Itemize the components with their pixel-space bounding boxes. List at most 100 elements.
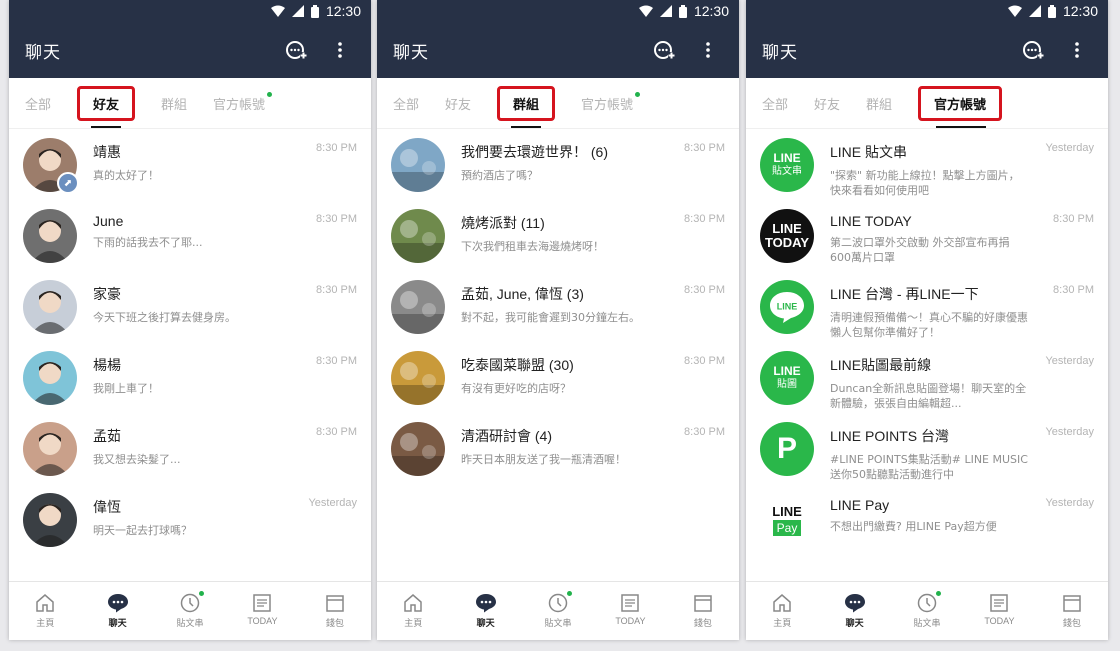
nav-item-2[interactable]: 貼文串: [154, 582, 226, 640]
avatar: [23, 351, 77, 405]
chat-row[interactable]: LINE 貼圖 LINE貼圖最前線 Duncan全新訊息貼圖登場！聊天室的全新體驗，張…: [746, 342, 1108, 413]
chat-icon: [475, 593, 497, 613]
chat-row[interactable]: June 下雨的話我去不了耶... 8:30 PM: [9, 200, 371, 271]
chat-row[interactable]: 楊楊 我剛上車了！ 8:30 PM: [9, 342, 371, 413]
status-bar: 12:30: [377, 0, 739, 22]
tab-3[interactable]: 官方帳號: [581, 78, 646, 128]
tab-0[interactable]: 全部: [393, 78, 432, 128]
nav-item-4[interactable]: 錢包: [667, 582, 739, 640]
chat-text: 偉恆 明天一起去打球嗎？: [93, 484, 357, 538]
wifi-icon: [1007, 5, 1022, 17]
new-chat-button[interactable]: [649, 35, 679, 65]
tab-3[interactable]: 官方帳號: [918, 78, 1015, 128]
chat-timestamp: Yesterday: [1045, 355, 1094, 367]
chat-text: 孟茹 我又想去染髮了...: [93, 413, 357, 467]
chat-row[interactable]: LINE 貼文串 LINE 貼文串 "探索" 新功能上線拉！點擊上方圖片，快來看看如何…: [746, 129, 1108, 200]
wallet-icon: [1062, 593, 1082, 613]
tab-0[interactable]: 全部: [762, 78, 801, 128]
tab-label: 好友: [77, 85, 136, 121]
tab-1[interactable]: 好友: [445, 78, 484, 128]
chat-timestamp: 8:30 PM: [316, 213, 357, 225]
chat-row[interactable]: 清酒研討會 (4) 昨天日本朋友送了我一瓶清酒喔！ 8:30 PM: [377, 413, 739, 484]
new-chat-icon: [285, 40, 307, 60]
nav-item-3[interactable]: TODAY: [963, 582, 1035, 640]
chat-row[interactable]: P LINE POINTS 台灣 #LINE POINTS集點活動# LINE MU…: [746, 413, 1108, 484]
chat-timestamp: 8:30 PM: [684, 213, 725, 225]
nav-item-4[interactable]: 錢包: [1036, 582, 1108, 640]
tab-label: 官方帳號: [581, 97, 634, 113]
chat-last-message: 預約酒店了嗎？: [461, 169, 538, 182]
tab-3[interactable]: 官方帳號: [213, 78, 278, 128]
tab-label: 官方帳號: [213, 97, 266, 113]
wifi-icon: [638, 5, 653, 17]
more-options-button[interactable]: [693, 35, 723, 65]
nav-label: 貼文串: [544, 618, 572, 628]
official-account-logo: LINE: [760, 280, 814, 334]
tab-0[interactable]: 全部: [25, 78, 64, 128]
nav-label: 主頁: [773, 618, 792, 628]
tab-1[interactable]: 好友: [814, 78, 853, 128]
chat-row[interactable]: 燒烤派對 (11) 下次我們租車去海邊燒烤呀！ 8:30 PM: [377, 200, 739, 271]
chat-row[interactable]: 家豪 今天下班之後打算去健身房。 8:30 PM: [9, 271, 371, 342]
nav-item-1[interactable]: 聊天: [449, 582, 521, 640]
nav-item-2[interactable]: 貼文串: [891, 582, 963, 640]
avatar: [391, 280, 445, 334]
tab-label: 全部: [762, 97, 789, 113]
tab-2[interactable]: 群組: [497, 78, 568, 128]
chat-last-message: 下次我們租車去海邊燒烤呀！: [461, 240, 604, 253]
chat-name: 我們要去環遊世界！ (6): [461, 144, 608, 160]
new-indicator-dot: [936, 591, 942, 596]
new-chat-icon: [1022, 40, 1044, 60]
chat-row[interactable]: ⬈ 靖惠 真的太好了！ 8:30 PM: [9, 129, 371, 200]
official-account-logo: LINE TODAY: [760, 209, 814, 263]
new-chat-button[interactable]: [281, 35, 311, 65]
nav-label: 錢包: [325, 618, 344, 628]
new-chat-button[interactable]: [1018, 35, 1048, 65]
chat-row[interactable]: 我們要去環遊世界！ (6) 預約酒店了嗎？ 8:30 PM: [377, 129, 739, 200]
chat-timestamp: 8:30 PM: [684, 142, 725, 154]
chat-last-message: 下雨的話我去不了耶...: [93, 236, 203, 249]
nav-label: TODAY: [615, 616, 646, 626]
chat-name: 靖惠: [93, 144, 121, 160]
nav-label: 主頁: [404, 618, 423, 628]
tab-2[interactable]: 群組: [161, 78, 200, 128]
more-options-button[interactable]: [325, 35, 355, 65]
chat-last-message: "探索" 新功能上線拉！點擊上方圖片，快來看看如何使用吧: [830, 169, 1020, 197]
more-options-button[interactable]: [1062, 35, 1092, 65]
chat-row[interactable]: 孟茹, June, 偉恆 (3) 對不起，我可能會遲到30分鐘左右。 8:30 PM: [377, 271, 739, 342]
chat-name: 清酒研討會 (4): [461, 428, 552, 444]
nav-item-1[interactable]: 聊天: [818, 582, 890, 640]
nav-item-4[interactable]: 錢包: [299, 582, 371, 640]
nav-item-1[interactable]: 聊天: [81, 582, 153, 640]
nav-label: 主頁: [36, 618, 55, 628]
avatar: [391, 209, 445, 263]
chat-last-message: 我剛上車了！: [93, 382, 159, 395]
nav-item-2[interactable]: 貼文串: [522, 582, 594, 640]
chat-name: June: [93, 213, 124, 229]
chat-row[interactable]: LINE TODAY LINE TODAY 第二波口罩外交啟動 外交部宣布再捐600萬…: [746, 200, 1108, 271]
home-icon: [772, 593, 792, 613]
page-title: 聊天: [25, 42, 61, 63]
nav-item-3[interactable]: TODAY: [594, 582, 666, 640]
chat-timestamp: 8:30 PM: [684, 284, 725, 296]
chat-last-message: 明天一起去打球嗎？: [93, 524, 192, 537]
chat-row[interactable]: 孟茹 我又想去染髮了... 8:30 PM: [9, 413, 371, 484]
tab-2[interactable]: 群組: [866, 78, 905, 128]
avatar: [23, 493, 77, 547]
home-icon: [35, 593, 55, 613]
chat-timestamp: Yesterday: [1045, 426, 1094, 438]
chat-row[interactable]: 偉恆 明天一起去打球嗎？ Yesterday: [9, 484, 371, 555]
chat-text: LINE 台灣 - 再LINE一下 清明連假預備備～！真心不騙的好康優惠懶人包幫你…: [830, 271, 1094, 340]
chat-row[interactable]: 吃泰國菜聯盟 (30) 有沒有更好吃的店呀？ 8:30 PM: [377, 342, 739, 413]
chat-text: LINE POINTS 台灣 #LINE POINTS集點活動# LINE MUS…: [830, 413, 1094, 482]
chat-row[interactable]: LINE LINE 台灣 - 再LINE一下 清明連假預備備～！真心不騙的好康優惠懶…: [746, 271, 1108, 342]
nav-item-3[interactable]: TODAY: [226, 582, 298, 640]
nav-item-0[interactable]: 主頁: [377, 582, 449, 640]
chat-timestamp: 8:30 PM: [316, 426, 357, 438]
tab-1[interactable]: 好友: [77, 78, 148, 128]
chat-row[interactable]: LINE Pay LINE Pay 不想出門繳費? 用LINE Pay超方便 Yeste…: [746, 484, 1108, 555]
nav-item-0[interactable]: 主頁: [746, 582, 818, 640]
nav-item-0[interactable]: 主頁: [9, 582, 81, 640]
app-bar: 聊天: [377, 22, 739, 78]
chat-text: 燒烤派對 (11) 下次我們租車去海邊燒烤呀！: [461, 200, 725, 254]
